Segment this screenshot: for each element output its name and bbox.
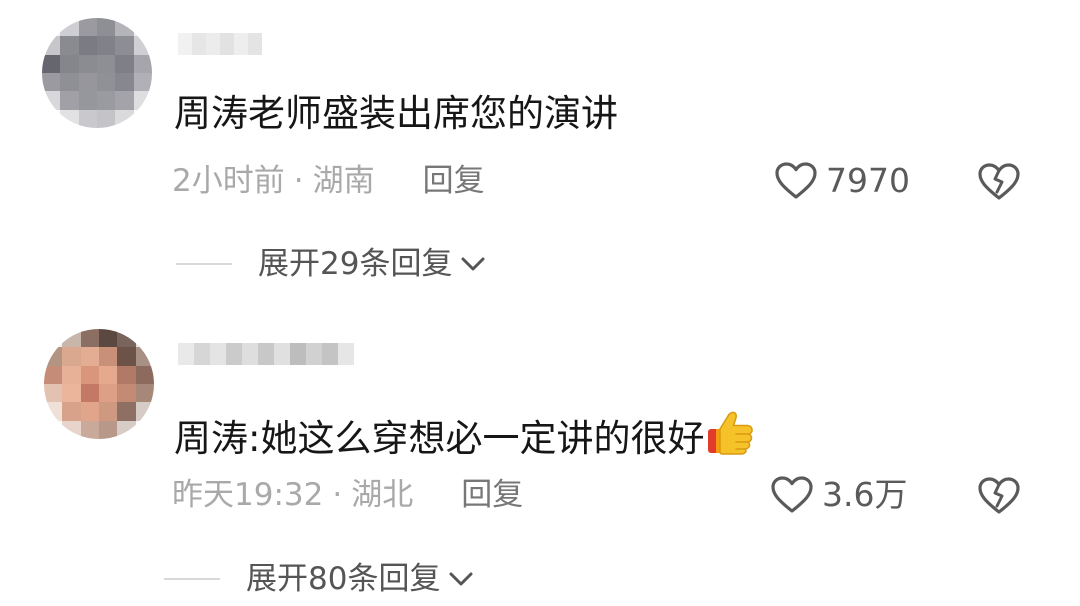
expand-replies-button[interactable]: 展开80条回复: [164, 559, 474, 599]
like-count: 7970: [826, 161, 910, 200]
dislike-button[interactable]: [977, 476, 1023, 520]
username-blurred[interactable]: [178, 33, 262, 55]
divider-line: [176, 263, 232, 265]
pixelated-avatar-image: [42, 18, 152, 128]
thumbs-up-emoji: [708, 411, 754, 455]
expand-replies-button[interactable]: 展开29条回复: [176, 244, 486, 284]
heart-outline-icon: [771, 476, 813, 513]
comment-text-row: 周涛:她这么穿想必一定讲的很好: [174, 407, 756, 461]
chevron-down-icon: [461, 257, 485, 271]
divider-line: [164, 578, 220, 580]
like-button[interactable]: 3.6万: [770, 475, 907, 515]
comment-location: 湖北: [351, 477, 414, 513]
pixelated-avatar-image: [44, 329, 154, 439]
like-count: 3.6万: [822, 475, 908, 514]
expand-replies-label: 展开80条回复: [246, 561, 441, 597]
chevron-down-icon: [449, 572, 473, 586]
expand-replies-label: 展开29条回复: [258, 246, 453, 282]
comment-meta: 2小时前 · 湖南 回复: [172, 161, 485, 201]
avatar[interactable]: [44, 329, 154, 439]
broken-heart-icon: [978, 163, 1020, 200]
comment-item: 周涛老师盛装出席您的演讲 2小时前 · 湖南 回复 7970 展开29条回复: [0, 0, 1080, 300]
comment-meta: 昨天19:32 · 湖北 回复: [172, 475, 523, 515]
comment-location: 湖南: [312, 163, 375, 199]
comment-text: 周涛:她这么穿想必一定讲的很好: [174, 417, 705, 460]
heart-outline-icon: [775, 162, 817, 199]
reply-button[interactable]: 回复: [461, 477, 523, 513]
comment-text: 周涛老师盛装出席您的演讲: [174, 92, 618, 135]
broken-heart-icon: [978, 477, 1020, 514]
comment-item: 周涛:她这么穿想必一定讲的很好 昨天19:32 · 湖北 回复 3.6万 展开80条回…: [0, 305, 1080, 606]
reply-button[interactable]: 回复: [423, 163, 485, 199]
comment-time: 2小时前: [172, 163, 285, 199]
comment-time: 昨天19:32: [172, 477, 324, 513]
meta-separator: ·: [332, 477, 343, 513]
meta-separator: ·: [293, 163, 304, 199]
avatar[interactable]: [42, 18, 152, 128]
like-button[interactable]: 7970: [774, 161, 910, 201]
username-blurred[interactable]: [178, 343, 354, 365]
dislike-button[interactable]: [977, 162, 1023, 206]
